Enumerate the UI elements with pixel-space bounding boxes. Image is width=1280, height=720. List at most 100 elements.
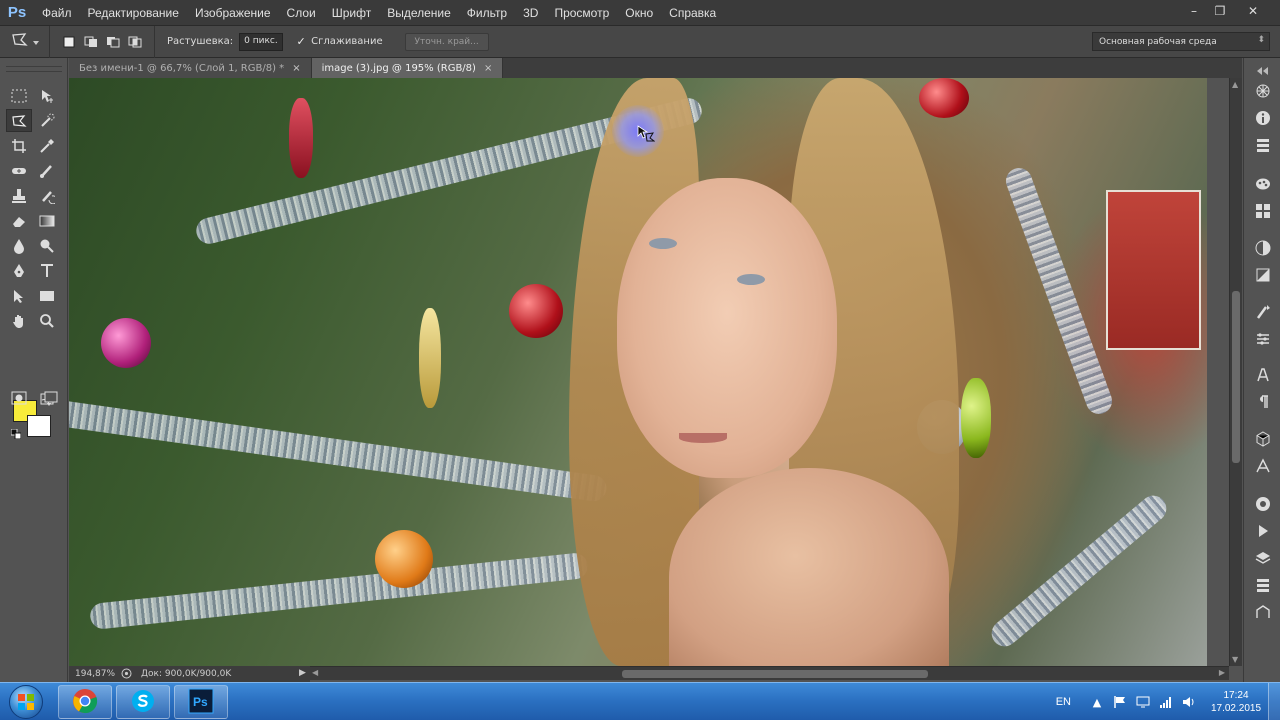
- antialias-checkbox[interactable]: ✓ Сглаживание: [295, 35, 383, 48]
- menu-file[interactable]: Файл: [34, 0, 80, 26]
- subtract-selection-icon[interactable]: [104, 33, 122, 51]
- menu-select[interactable]: Выделение: [379, 0, 459, 26]
- panel-grip[interactable]: [6, 66, 62, 72]
- swatches-panel-icon[interactable]: [1254, 202, 1272, 220]
- menu-view[interactable]: Просмотр: [546, 0, 617, 26]
- pen-tool-icon[interactable]: [6, 259, 32, 282]
- quick-mask-icon[interactable]: [11, 391, 27, 408]
- close-icon[interactable]: ×: [484, 63, 492, 74]
- type-tool-icon[interactable]: [34, 259, 60, 282]
- zoom-level[interactable]: 194,87%: [69, 669, 115, 679]
- document-canvas[interactable]: [69, 78, 1207, 666]
- brush-presets-panel-icon[interactable]: [1254, 330, 1272, 348]
- brush-panel-icon[interactable]: [1254, 303, 1272, 321]
- scroll-right-icon[interactable]: ▶: [1219, 668, 1225, 677]
- ornament: [919, 78, 969, 118]
- menu-3d[interactable]: 3D: [515, 0, 546, 26]
- show-desktop-button[interactable]: [1268, 683, 1280, 720]
- paths-panel-icon[interactable]: [1254, 603, 1272, 621]
- menu-layers[interactable]: Слои: [279, 0, 324, 26]
- clone-stamp-tool-icon[interactable]: [6, 184, 32, 207]
- add-selection-icon[interactable]: [82, 33, 100, 51]
- clock[interactable]: 17:24 17.02.2015: [1204, 689, 1268, 715]
- history-brush-tool-icon[interactable]: [34, 184, 60, 207]
- paragraph-panel-icon[interactable]: [1254, 393, 1272, 411]
- refine-edge-button[interactable]: Уточн. край...: [404, 32, 489, 51]
- language-indicator[interactable]: EN: [1056, 696, 1071, 708]
- workspace-select[interactable]: Основная рабочая среда ⬍: [1092, 32, 1270, 51]
- blur-tool-icon[interactable]: [6, 234, 32, 257]
- document-size: Док: 900,0K/900,0K: [141, 669, 232, 679]
- scroll-up-icon[interactable]: ▲: [1232, 80, 1238, 89]
- tab-untitled[interactable]: Без имени-1 @ 66,7% (Слой 1, RGB/8) * ×: [69, 58, 312, 78]
- menu-image[interactable]: Изображение: [187, 0, 279, 26]
- healing-brush-tool-icon[interactable]: [6, 159, 32, 182]
- scroll-down-icon[interactable]: ▼: [1232, 655, 1238, 664]
- menu-filter[interactable]: Фильтр: [459, 0, 515, 26]
- eyedropper-tool-icon[interactable]: [34, 134, 60, 157]
- start-button[interactable]: [4, 684, 48, 720]
- channels-panel-icon[interactable]: [1254, 576, 1272, 594]
- navigator-panel-icon[interactable]: [1254, 82, 1272, 100]
- tab-image-3[interactable]: image (3).jpg @ 195% (RGB/8) ×: [311, 58, 504, 78]
- taskbar-app-photoshop[interactable]: Ps: [174, 685, 228, 719]
- restore-button[interactable]: ❐: [1208, 2, 1232, 20]
- history-panel-icon[interactable]: [1254, 136, 1272, 154]
- marquee-tool-icon[interactable]: [6, 84, 32, 107]
- info-panel-icon[interactable]: [1254, 109, 1272, 127]
- scroll-left-icon[interactable]: ◀: [312, 668, 318, 677]
- horizontal-scroll-thumb[interactable]: [622, 670, 928, 678]
- gradient-tool-icon[interactable]: [34, 209, 60, 232]
- feather-label: Растушевка:: [167, 36, 234, 47]
- panel-collapse-icon[interactable]: [1254, 62, 1272, 80]
- default-colors-icon[interactable]: [10, 428, 22, 442]
- lasso-tool-icon[interactable]: [6, 109, 32, 132]
- path-selection-tool-icon[interactable]: [6, 284, 32, 307]
- eraser-tool-icon[interactable]: [6, 209, 32, 232]
- rectangle-tool-icon[interactable]: [34, 284, 60, 307]
- status-menu-arrow-icon[interactable]: ▶: [299, 668, 306, 678]
- screen-mode-icon[interactable]: [40, 391, 58, 408]
- menu-type[interactable]: Шрифт: [324, 0, 379, 26]
- menu-help[interactable]: Справка: [661, 0, 724, 26]
- layers-panel-icon[interactable]: [1254, 549, 1272, 567]
- close-icon[interactable]: ×: [292, 63, 300, 74]
- quick-selection-tool-icon[interactable]: [34, 109, 60, 132]
- action-center-flag-icon[interactable]: [1112, 694, 1128, 710]
- vertical-scrollbar[interactable]: ▲ ▼: [1229, 78, 1242, 666]
- antialias-label: Сглаживание: [311, 36, 383, 47]
- 3d-panel-icon[interactable]: [1254, 430, 1272, 448]
- volume-icon[interactable]: [1181, 694, 1197, 710]
- menu-window[interactable]: Окно: [617, 0, 661, 26]
- zoom-tool-icon[interactable]: [34, 309, 60, 332]
- move-tool-icon[interactable]: [34, 84, 60, 107]
- tool-preset-picker[interactable]: [0, 25, 50, 58]
- minimize-button[interactable]: –: [1182, 2, 1206, 20]
- taskbar-app-skype[interactable]: [116, 685, 170, 719]
- styles-panel-icon[interactable]: [1254, 266, 1272, 284]
- status-info-icon[interactable]: [121, 668, 132, 682]
- color-panel-icon[interactable]: [1254, 175, 1272, 193]
- intersect-selection-icon[interactable]: [126, 33, 144, 51]
- adjustments-panel-icon[interactable]: [1254, 239, 1272, 257]
- character-panel-icon[interactable]: [1254, 366, 1272, 384]
- timeline-panel-icon[interactable]: [1254, 522, 1272, 540]
- dodge-tool-icon[interactable]: [34, 234, 60, 257]
- network-signal-icon[interactable]: [1158, 694, 1174, 710]
- measurement-panel-icon[interactable]: [1254, 457, 1272, 475]
- new-selection-icon[interactable]: [60, 33, 78, 51]
- display-icon[interactable]: [1135, 694, 1151, 710]
- show-hidden-icons-icon[interactable]: ▲: [1089, 694, 1105, 710]
- vertical-scroll-thumb[interactable]: [1232, 291, 1240, 463]
- hand-tool-icon[interactable]: [6, 309, 32, 332]
- menu-edit[interactable]: Редактирование: [80, 0, 187, 26]
- close-button[interactable]: ✕: [1234, 2, 1272, 20]
- feather-input[interactable]: 0 пикс.: [239, 32, 284, 51]
- face: [617, 178, 837, 478]
- taskbar-app-chrome[interactable]: [58, 685, 112, 719]
- horizontal-scrollbar[interactable]: ◀ ▶: [310, 666, 1229, 680]
- brush-tool-icon[interactable]: [34, 159, 60, 182]
- background-color-swatch[interactable]: [27, 415, 51, 437]
- crop-tool-icon[interactable]: [6, 134, 32, 157]
- actions-panel-icon[interactable]: [1254, 495, 1272, 513]
